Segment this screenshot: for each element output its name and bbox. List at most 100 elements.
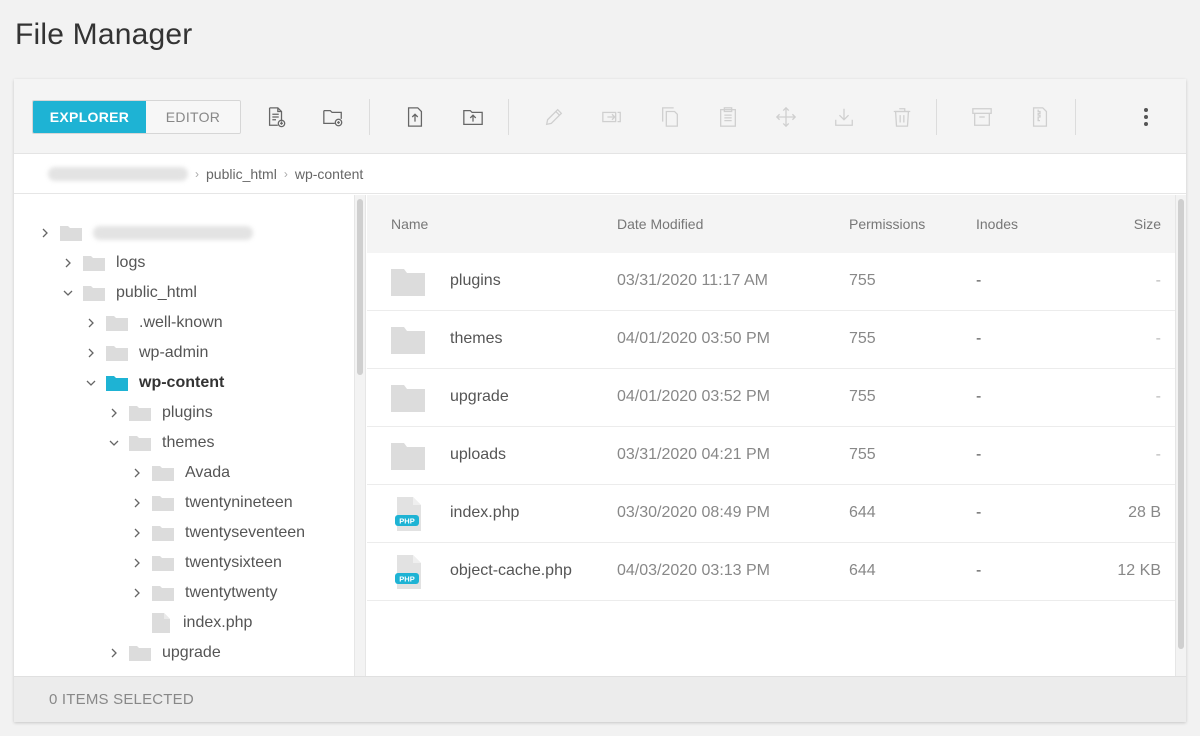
tree-item-public-html[interactable]: public_html: [61, 278, 197, 308]
file-name: object-cache.php: [450, 562, 572, 579]
selection-status: 0 ITEMS SELECTED: [49, 691, 194, 708]
column-header-name[interactable]: Name: [391, 216, 428, 232]
svg-text:PHP: PHP: [399, 575, 414, 584]
upload-file-icon[interactable]: [403, 105, 427, 129]
folder-open-icon: [106, 375, 128, 391]
chevron-right-icon: ›: [195, 166, 199, 181]
chevron-right-icon[interactable]: [107, 408, 121, 418]
paste-icon[interactable]: [716, 105, 740, 129]
folder-icon: [129, 645, 151, 661]
toolbar: EXPLORER EDITOR: [14, 79, 1186, 154]
archive-icon[interactable]: [970, 105, 994, 129]
tree-item-label: wp-admin: [139, 344, 209, 361]
permissions: 644: [849, 504, 876, 521]
chevron-right-icon[interactable]: [84, 318, 98, 328]
tree-item-avada[interactable]: Avada: [130, 458, 230, 488]
tree-scrollbar-thumb[interactable]: [357, 199, 363, 375]
table-scrollbar-thumb[interactable]: [1178, 199, 1184, 649]
tree-item-twentytwenty[interactable]: twentytwenty: [130, 578, 277, 608]
chevron-right-icon[interactable]: [84, 348, 98, 358]
permissions: 644: [849, 562, 876, 579]
status-bar: 0 ITEMS SELECTED: [14, 676, 1186, 722]
folder-tree: logs public_html .well-known wp-admin wp…: [14, 195, 354, 676]
tree-item-label: public_html: [116, 284, 197, 301]
rename-icon[interactable]: [542, 105, 566, 129]
table-row[interactable]: plugins 03/31/2020 11:17 AM 755 - -: [367, 253, 1175, 311]
file-name: plugins: [450, 272, 501, 289]
file-icon: [152, 613, 170, 633]
chevron-down-icon[interactable]: [61, 288, 75, 298]
inodes: -: [976, 272, 982, 289]
explorer-tab[interactable]: EXPLORER: [33, 101, 146, 133]
tree-item-label: twentyseventeen: [185, 524, 306, 541]
column-header-permissions[interactable]: Permissions: [849, 216, 925, 232]
size: -: [1155, 272, 1161, 289]
tree-item-label: plugins: [162, 404, 213, 421]
table-row[interactable]: PHP index.php 03/30/2020 08:49 PM 644 - …: [367, 485, 1175, 543]
editor-tab[interactable]: EDITOR: [146, 101, 240, 133]
folder-icon: [152, 555, 174, 571]
folder-icon: [391, 268, 425, 296]
inodes: -: [976, 446, 982, 463]
tree-item-root[interactable]: [38, 218, 253, 248]
inodes: -: [976, 504, 982, 521]
chevron-right-icon[interactable]: [38, 228, 52, 238]
chevron-right-icon[interactable]: [61, 258, 75, 268]
folder-icon: [106, 315, 128, 331]
tree-item-logs[interactable]: logs: [61, 248, 145, 278]
file-table: Name Date Modified Permissions Inodes Si…: [367, 195, 1175, 676]
column-header-size[interactable]: Size: [1134, 216, 1161, 232]
extract-icon[interactable]: [1028, 105, 1052, 129]
folder-icon: [129, 405, 151, 421]
chevron-right-icon[interactable]: [130, 588, 144, 598]
tree-item-twentyseventeen[interactable]: twentyseventeen: [130, 518, 305, 548]
duplicate-icon[interactable]: [658, 105, 682, 129]
size: -: [1155, 388, 1161, 405]
new-folder-icon[interactable]: [321, 105, 345, 129]
more-options-icon[interactable]: [1134, 105, 1158, 129]
download-icon[interactable]: [832, 105, 856, 129]
folder-icon: [391, 442, 425, 470]
tree-item-upgrade[interactable]: upgrade: [107, 638, 221, 668]
column-header-date-modified[interactable]: Date Modified: [617, 216, 703, 232]
tree-item-label: twentysixteen: [185, 554, 282, 571]
new-file-icon[interactable]: [264, 105, 288, 129]
chevron-right-icon[interactable]: [130, 498, 144, 508]
tree-item-twentysixteen[interactable]: twentysixteen: [130, 548, 282, 578]
upload-folder-icon[interactable]: [461, 105, 485, 129]
chevron-down-icon[interactable]: [84, 378, 98, 388]
php-file-icon: PHP: [395, 497, 421, 531]
date-modified: 04/01/2020 03:50 PM: [617, 330, 771, 347]
chevron-down-icon[interactable]: [107, 438, 121, 448]
permissions: 755: [849, 388, 876, 405]
chevron-right-icon[interactable]: [107, 648, 121, 658]
table-row[interactable]: PHP object-cache.php 04/03/2020 03:13 PM…: [367, 543, 1175, 601]
copy-to-icon[interactable]: [600, 105, 624, 129]
tree-item-themes[interactable]: themes: [107, 428, 214, 458]
breadcrumb-item-wp-content[interactable]: wp-content: [295, 166, 363, 182]
tree-item-index-php[interactable]: index.php: [150, 608, 252, 638]
folder-icon: [391, 384, 425, 412]
tree-item-label: twentytwenty: [185, 584, 278, 601]
file-name: index.php: [450, 504, 520, 521]
php-file-icon: PHP: [395, 555, 421, 589]
folder-icon: [83, 255, 105, 271]
tree-item-wp-admin[interactable]: wp-admin: [84, 338, 208, 368]
tree-item-plugins[interactable]: plugins: [107, 398, 213, 428]
table-row[interactable]: themes 04/01/2020 03:50 PM 755 - -: [367, 311, 1175, 369]
column-header-inodes[interactable]: Inodes: [976, 216, 1018, 232]
tree-item-well-known[interactable]: .well-known: [84, 308, 223, 338]
table-row[interactable]: uploads 03/31/2020 04:21 PM 755 - -: [367, 427, 1175, 485]
chevron-right-icon[interactable]: [130, 468, 144, 478]
tree-scrollbar[interactable]: [354, 195, 366, 676]
table-scrollbar[interactable]: [1175, 195, 1186, 676]
breadcrumb-item-public-html[interactable]: public_html: [206, 166, 277, 182]
delete-icon[interactable]: [890, 105, 914, 129]
chevron-right-icon[interactable]: [130, 528, 144, 538]
tree-item-twentynineteen[interactable]: twentynineteen: [130, 488, 293, 518]
tree-item-wp-content[interactable]: wp-content: [84, 368, 224, 398]
move-icon[interactable]: [774, 105, 798, 129]
breadcrumb-root-redacted[interactable]: [48, 166, 188, 181]
table-row[interactable]: upgrade 04/01/2020 03:52 PM 755 - -: [367, 369, 1175, 427]
chevron-right-icon[interactable]: [130, 558, 144, 568]
